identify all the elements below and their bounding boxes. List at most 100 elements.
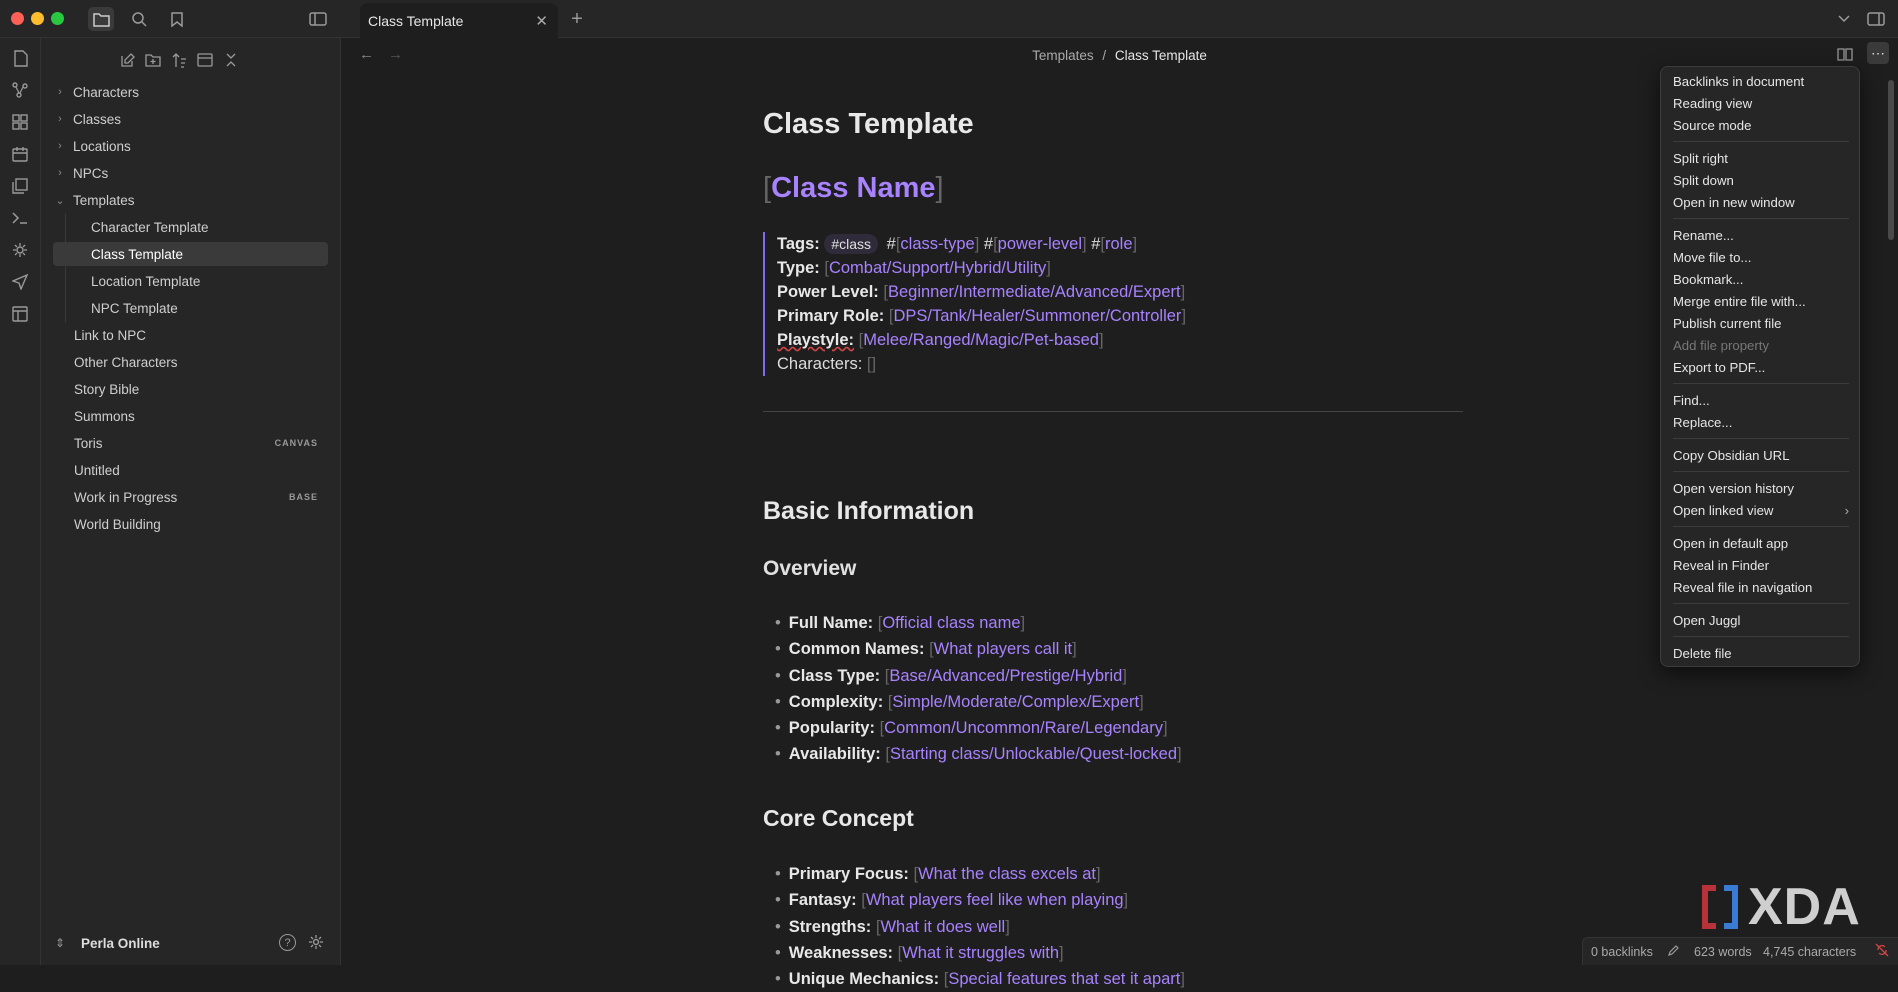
list-item[interactable]: Availability: [Starting class/Unlockable… [775, 741, 1182, 767]
close-tab-icon[interactable]: ✕ [535, 12, 548, 30]
vault-switcher[interactable]: ⇕ Perla Online ? [41, 921, 341, 965]
file-work-in-progress[interactable]: Work in Progress BASE [53, 485, 328, 509]
class-name-heading[interactable]: [Class Name] [763, 172, 944, 205]
tag-power-level[interactable]: power-level [998, 235, 1082, 253]
file-character-template[interactable]: Character Template [53, 215, 328, 239]
menu-rename[interactable]: Rename... [1673, 224, 1849, 246]
power-level-link[interactable]: Beginner/Intermediate/Advanced/Expert [888, 283, 1181, 301]
folder-locations[interactable]: › Locations [53, 134, 328, 158]
list-item[interactable]: Unique Mechanics: [Special features that… [775, 966, 1185, 992]
toggle-right-sidebar-icon[interactable] [1863, 7, 1889, 31]
plugin-icon[interactable] [8, 238, 32, 262]
tag-role[interactable]: role [1105, 235, 1133, 253]
list-item[interactable]: Weaknesses: [What it struggles with] [775, 940, 1185, 966]
graph-view-icon[interactable] [8, 78, 32, 102]
list-item[interactable]: Class Type: [Base/Advanced/Prestige/Hybr… [775, 663, 1182, 689]
primary-role-link[interactable]: DPS/Tank/Healer/Summoner/Controller [893, 307, 1181, 325]
item-link[interactable]: Simple/Moderate/Complex/Expert [892, 693, 1139, 711]
item-link[interactable]: What players call it [934, 640, 1072, 658]
folder-templates[interactable]: ⌄ Templates [53, 188, 328, 212]
terminal-icon[interactable] [8, 206, 32, 230]
list-item[interactable]: Strengths: [What it does well] [775, 914, 1185, 940]
menu-merge-entire-file[interactable]: Merge entire file with... [1673, 290, 1849, 312]
tag-pill[interactable]: #class [824, 234, 879, 254]
sort-icon[interactable] [167, 48, 191, 72]
list-item[interactable]: Popularity: [Common/Uncommon/Rare/Legend… [775, 715, 1182, 741]
characters-value[interactable]: [] [867, 355, 876, 373]
menu-find[interactable]: Find... [1673, 389, 1849, 411]
auto-reveal-icon[interactable] [193, 48, 217, 72]
menu-open-juggl[interactable]: Open Juggl [1673, 609, 1849, 631]
menu-bookmark[interactable]: Bookmark... [1673, 268, 1849, 290]
menu-open-in-new-window[interactable]: Open in new window [1673, 191, 1849, 213]
item-link[interactable]: What it does well [880, 918, 1005, 936]
list-item[interactable]: Fantasy: [What players feel like when pl… [775, 887, 1185, 913]
calendar-icon[interactable] [8, 142, 32, 166]
sync-error-icon[interactable] [1875, 943, 1889, 960]
templates-icon[interactable] [8, 174, 32, 198]
edit-pencil-icon[interactable] [1667, 944, 1680, 960]
file-world-building[interactable]: World Building [53, 512, 328, 536]
canvas-icon[interactable] [8, 110, 32, 134]
menu-delete-file[interactable]: Delete file [1673, 642, 1849, 664]
menu-reading-view[interactable]: Reading view [1673, 92, 1849, 114]
playstyle-link[interactable]: Melee/Ranged/Magic/Pet-based [863, 331, 1099, 349]
search-icon[interactable] [126, 7, 152, 31]
basic-information-heading[interactable]: Basic Information [763, 497, 974, 526]
bookmark-icon[interactable] [164, 7, 190, 31]
file-class-template[interactable]: Class Template [53, 242, 328, 266]
new-tab-icon[interactable]: + [564, 7, 590, 31]
tag-class-type[interactable]: class-type [900, 235, 974, 253]
toggle-sidebar-icon[interactable] [305, 7, 331, 31]
file-story-bible[interactable]: Story Bible [53, 377, 328, 401]
list-item[interactable]: Primary Focus: [What the class excels at… [775, 861, 1185, 887]
folder-npcs[interactable]: › NPCs [53, 161, 328, 185]
file-summons[interactable]: Summons [53, 404, 328, 428]
minimize-window-button[interactable] [31, 12, 44, 25]
file-toris[interactable]: Toris CANVAS [53, 431, 328, 455]
file-untitled[interactable]: Untitled [53, 458, 328, 482]
item-link[interactable]: What it struggles with [902, 944, 1059, 962]
core-concept-heading[interactable]: Core Concept [763, 805, 914, 832]
item-link[interactable]: What the class excels at [918, 865, 1096, 883]
menu-move-file-to[interactable]: Move file to... [1673, 246, 1849, 268]
breadcrumb-current[interactable]: Class Template [1115, 48, 1207, 63]
chevron-down-icon[interactable] [1831, 7, 1857, 31]
menu-reveal-file-in-navigation[interactable]: Reveal file in navigation [1673, 576, 1849, 598]
menu-open-in-default-app[interactable]: Open in default app [1673, 532, 1849, 554]
help-icon[interactable]: ? [279, 934, 296, 951]
reading-view-icon[interactable] [1837, 47, 1853, 66]
menu-split-down[interactable]: Split down [1673, 169, 1849, 191]
item-link[interactable]: Special features that set it apart [948, 970, 1180, 988]
editor-scrollbar[interactable] [1888, 80, 1894, 240]
file-other-characters[interactable]: Other Characters [53, 350, 328, 374]
item-link[interactable]: What players feel like when playing [866, 891, 1124, 909]
list-item[interactable]: Full Name: [Official class name] [775, 610, 1182, 636]
more-options-icon[interactable]: ⋯ [1867, 42, 1889, 64]
list-item[interactable]: Complexity: [Simple/Moderate/Complex/Exp… [775, 689, 1182, 715]
item-link[interactable]: Official class name [882, 614, 1020, 632]
backlinks-count[interactable]: 0 backlinks [1591, 945, 1653, 959]
list-item[interactable]: Common Names: [What players call it] [775, 636, 1182, 662]
send-icon[interactable] [8, 270, 32, 294]
collapse-all-icon[interactable] [219, 48, 243, 72]
item-link[interactable]: Starting class/Unlockable/Quest-locked [890, 745, 1177, 763]
properties-callout[interactable]: Tags: #class #[class-type] #[power-level… [763, 232, 1186, 376]
menu-replace[interactable]: Replace... [1673, 411, 1849, 433]
menu-export-to-pdf[interactable]: Export to PDF... [1673, 356, 1849, 378]
folder-characters[interactable]: › Characters [53, 80, 328, 104]
folder-classes[interactable]: › Classes [53, 107, 328, 131]
open-quick-switcher-icon[interactable] [8, 46, 32, 70]
menu-open-linked-view[interactable]: Open linked view › [1673, 499, 1849, 521]
menu-open-version-history[interactable]: Open version history [1673, 477, 1849, 499]
type-link[interactable]: Combat/Support/Hybrid/Utility [829, 259, 1046, 277]
files-icon[interactable] [88, 7, 114, 31]
menu-publish-current-file[interactable]: Publish current file [1673, 312, 1849, 334]
item-link[interactable]: Common/Uncommon/Rare/Legendary [884, 719, 1163, 737]
menu-backlinks-in-document[interactable]: Backlinks in document [1673, 70, 1849, 92]
menu-reveal-in-finder[interactable]: Reveal in Finder [1673, 554, 1849, 576]
new-note-icon[interactable] [115, 48, 139, 72]
menu-source-mode[interactable]: Source mode [1673, 114, 1849, 136]
file-location-template[interactable]: Location Template [53, 269, 328, 293]
settings-gear-icon[interactable] [308, 934, 324, 955]
